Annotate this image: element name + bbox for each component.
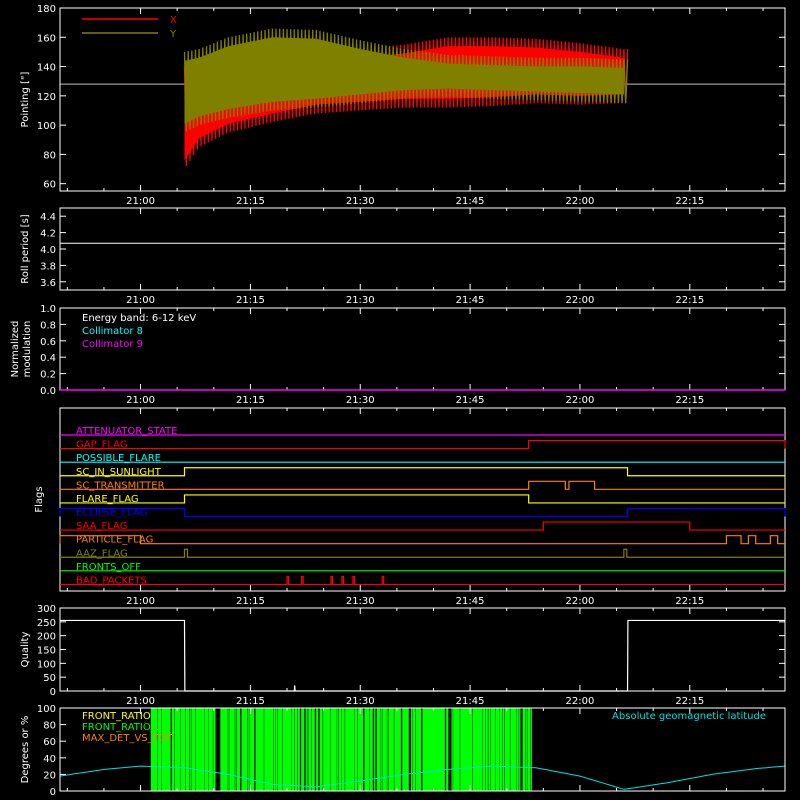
pointing-ytick-label: 180	[37, 4, 56, 15]
roll-xtick-label: 22:00	[566, 295, 595, 306]
mod-xtick-label: 21:30	[346, 395, 375, 406]
mod-ylabel-line1: Normalized	[10, 321, 21, 378]
front-ytick-label: 0	[50, 787, 56, 798]
mod-xtick-label: 22:00	[566, 395, 595, 406]
roll-xtick-label: 21:00	[126, 295, 155, 306]
roll-ytick-label: 3.8	[40, 261, 56, 272]
flags-xtick-label: 22:00	[566, 596, 595, 607]
mod-ytick-label: 0.2	[40, 370, 56, 381]
mod-legend-1: Collimator 8	[82, 326, 143, 337]
quality-ytick-label: 150	[37, 646, 56, 657]
mod-legend-2: Collimator 9	[82, 339, 143, 350]
flags-ylabel: Flags	[34, 486, 45, 512]
mod-ytick-label: 0.4	[40, 353, 56, 364]
quality-xtick-label: 21:15	[236, 696, 265, 707]
front-legend-0: FRONT_RATIO	[82, 711, 151, 722]
quality-xtick-label: 22:00	[566, 696, 595, 707]
mod-xtick-label: 22:15	[675, 395, 704, 406]
mod-xtick-label: 21:00	[126, 395, 155, 406]
mod-legend-0: Energy band: 6-12 keV	[82, 313, 196, 324]
pointing-ytick-label: 140	[37, 63, 56, 74]
roll-ytick-label: 4.0	[40, 245, 56, 256]
mod-xtick-label: 21:45	[456, 395, 485, 406]
flags-xtick-label: 21:15	[236, 596, 265, 607]
roll-xtick-label: 21:30	[346, 295, 375, 306]
pointing-xtick-label: 21:15	[236, 196, 265, 207]
front-ytick-label: 100	[37, 704, 56, 715]
roll-ylabel: Roll period [s]	[20, 214, 31, 283]
front-ylabel: Degrees or %	[20, 716, 31, 784]
rhessi-quicklook-plot: 60 80 100 120 140 160 180 21:00 21:15 21:30 21:45 2…	[0, 0, 800, 800]
pointing-xtick-label: 21:00	[126, 196, 155, 207]
latitude-annotation: Absolute geomagnetic latitude	[612, 711, 766, 722]
quality-ytick-label: 250	[37, 618, 56, 629]
pointing-xtick-label: 22:15	[675, 196, 704, 207]
mod-ylabel-line2: modulation	[22, 321, 33, 378]
quality-xtick-label: 21:00	[126, 696, 155, 707]
quality-xtick-label: 21:30	[346, 696, 375, 707]
mod-ytick-label: 0.0	[40, 386, 56, 397]
roll-ytick-label: 3.6	[40, 278, 56, 289]
pointing-xtick-label: 22:00	[566, 196, 595, 207]
pointing-ytick-label: 120	[37, 92, 56, 103]
front-ytick-label: 40	[43, 754, 56, 765]
front-legend-1: FRONT_RATIO_...	[82, 722, 165, 733]
roll-xtick-label: 21:15	[236, 295, 265, 306]
pointing-ytick-label: 160	[37, 33, 56, 44]
roll-xtick-label: 21:45	[456, 295, 485, 306]
pointing-xtick-label: 21:30	[346, 196, 375, 207]
quality-ytick-label: 100	[37, 659, 56, 670]
roll-ytick-label: 4.2	[40, 229, 56, 240]
flags-xtick-label: 21:45	[456, 596, 485, 607]
flags-xtick-label: 21:30	[346, 596, 375, 607]
mod-ytick-label: 0.8	[40, 320, 56, 331]
legend-label-x: X	[170, 15, 177, 26]
quality-xtick-label: 21:45	[456, 696, 485, 707]
legend-label-y: Y	[169, 29, 177, 40]
mod-ytick-label: 0.6	[40, 337, 56, 348]
pointing-ylabel: Pointing ["]	[20, 71, 31, 127]
front-legend-2: MAX_DET_VS_TOT	[82, 733, 174, 744]
pointing-xtick-label: 21:45	[456, 196, 485, 207]
roll-xtick-label: 22:15	[675, 295, 704, 306]
quality-ylabel: Quality	[20, 632, 31, 668]
quality-xtick-label: 22:15	[675, 696, 704, 707]
pointing-ytick-label: 100	[37, 121, 56, 132]
quality-ytick-label: 200	[37, 632, 56, 643]
front-ytick-label: 60	[43, 737, 56, 748]
mod-xtick-label: 21:15	[236, 395, 265, 406]
pointing-ytick-label: 80	[43, 150, 56, 161]
pointing-ytick-label: 60	[43, 180, 56, 191]
quality-ytick-label: 300	[37, 604, 56, 615]
mod-ytick-label: 1.0	[40, 304, 56, 315]
flags-xtick-label: 22:15	[675, 596, 704, 607]
roll-ytick-label: 4.4	[40, 212, 56, 223]
front-ytick-label: 20	[43, 770, 56, 781]
quality-ytick-label: 50	[43, 673, 56, 684]
quality-ytick-label: 0	[50, 687, 56, 698]
front-ytick-label: 80	[43, 721, 56, 732]
flags-xtick-label: 21:00	[126, 596, 155, 607]
flag-label-eclipse-flag: ECLIPSE_FLAG	[76, 508, 147, 519]
